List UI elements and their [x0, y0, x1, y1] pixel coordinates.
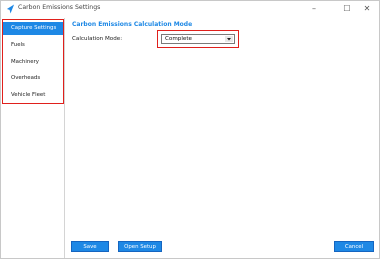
- minimize-button[interactable]: –: [304, 2, 324, 16]
- app-logo-icon: [6, 4, 15, 14]
- settings-window: Carbon Emissions Settings – ☐ ✕ Capture …: [0, 0, 380, 259]
- sidebar-item-vehicle-fleet[interactable]: Vehicle Fleet: [3, 89, 63, 102]
- sidebar-item-fuels[interactable]: Fuels: [3, 39, 63, 52]
- open-setup-button[interactable]: Open Setup: [118, 241, 162, 252]
- window-title: Carbon Emissions Settings: [18, 4, 101, 11]
- sidebar: Capture Settings Fuels Machinery Overhea…: [1, 18, 65, 258]
- close-button[interactable]: ✕: [357, 2, 377, 16]
- calculation-mode-select[interactable]: Complete: [161, 34, 235, 44]
- section-title: Carbon Emissions Calculation Mode: [72, 21, 193, 28]
- maximize-button[interactable]: ☐: [337, 2, 357, 16]
- save-button[interactable]: Save: [71, 241, 109, 252]
- sidebar-item-overheads[interactable]: Overheads: [3, 72, 63, 85]
- sidebar-item-machinery[interactable]: Machinery: [3, 56, 63, 69]
- calculation-mode-label: Calculation Mode:: [72, 36, 123, 42]
- calculation-mode-value: Complete: [165, 36, 192, 42]
- title-bar: Carbon Emissions Settings – ☐ ✕: [1, 1, 379, 18]
- chevron-down-icon: [225, 36, 233, 42]
- sidebar-item-capture-settings[interactable]: Capture Settings: [3, 22, 63, 35]
- cancel-button[interactable]: Cancel: [334, 241, 374, 252]
